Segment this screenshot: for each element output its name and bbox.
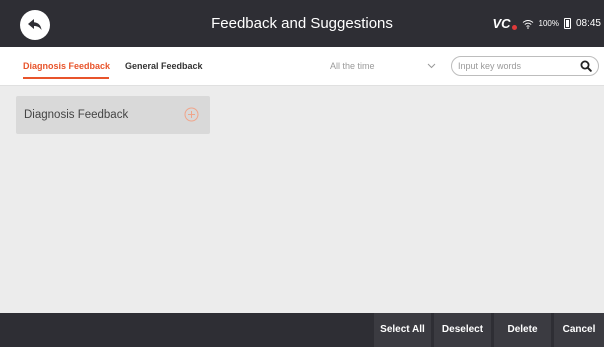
delete-button[interactable]: Delete — [494, 313, 551, 347]
time-range-select[interactable]: All the time — [330, 56, 438, 76]
vci-status-icon: VC — [492, 16, 517, 31]
feedback-category-card[interactable]: Diagnosis Feedback — [16, 96, 210, 134]
filter-bar: Diagnosis Feedback General Feedback All … — [0, 47, 604, 86]
vci-status-dot — [511, 25, 517, 30]
battery-icon — [563, 18, 571, 29]
cancel-button[interactable]: Cancel — [554, 313, 604, 347]
back-arrow-icon — [28, 19, 42, 30]
search-icon[interactable] — [580, 60, 592, 72]
top-bar: Feedback and Suggestions VC 100% 08:45 — [0, 0, 604, 47]
bottom-action-bar: Select All Deselect Delete Cancel — [0, 313, 604, 347]
status-area: VC 100% 08:45 — [492, 0, 604, 47]
tab-general-feedback[interactable]: General Feedback — [125, 47, 203, 85]
active-tab-indicator — [23, 77, 109, 79]
wifi-icon — [522, 19, 533, 29]
time-range-value: All the time — [330, 61, 375, 71]
tab-diagnosis-feedback[interactable]: Diagnosis Feedback — [23, 47, 110, 85]
search-box — [451, 56, 599, 76]
search-input[interactable] — [458, 59, 568, 73]
add-circle-icon[interactable] — [184, 107, 199, 122]
back-button[interactable] — [20, 10, 50, 40]
chevron-down-icon — [427, 56, 436, 84]
select-all-button[interactable]: Select All — [374, 313, 431, 347]
deselect-button[interactable]: Deselect — [434, 313, 491, 347]
battery-percent: 100% — [538, 19, 559, 28]
card-label: Diagnosis Feedback — [24, 109, 129, 121]
clock: 08:45 — [575, 18, 601, 29]
